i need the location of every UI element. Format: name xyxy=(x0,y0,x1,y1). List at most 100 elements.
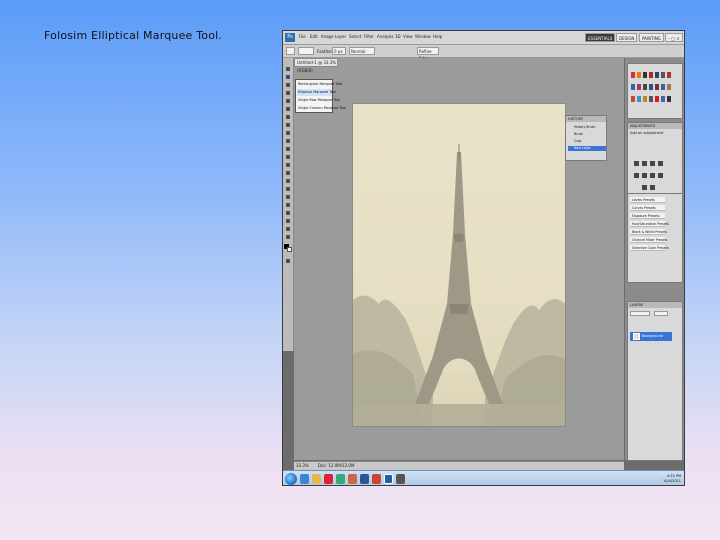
document-canvas[interactable] xyxy=(353,104,565,426)
zoom-level[interactable]: 33.3% xyxy=(296,463,309,468)
swatch[interactable] xyxy=(643,72,647,78)
menu-help[interactable]: Help xyxy=(433,34,442,39)
menu-filter[interactable]: Filter xyxy=(364,34,374,39)
swatch[interactable] xyxy=(661,96,665,102)
crop-tool-icon[interactable] xyxy=(285,98,291,104)
levels-icon[interactable] xyxy=(642,161,647,166)
style-select[interactable]: Normal xyxy=(349,47,375,55)
powerpoint-icon[interactable] xyxy=(372,474,381,484)
background-color-swatch[interactable] xyxy=(287,247,292,252)
blend-mode-select[interactable] xyxy=(630,311,650,316)
swatch[interactable] xyxy=(667,96,671,102)
preset-item[interactable]: Curves Presets xyxy=(630,205,665,211)
opacity-input[interactable] xyxy=(654,311,668,316)
zoom-tool-icon[interactable] xyxy=(285,234,291,240)
swatch[interactable] xyxy=(655,72,659,78)
preset-item[interactable]: Selective Color Presets xyxy=(630,245,669,251)
workspace-design-button[interactable]: DESIGN xyxy=(616,33,638,42)
rectangular-marquee-option[interactable]: Rectangular Marquee Tool xyxy=(298,81,342,88)
refine-edge-button[interactable]: Refine Edge... xyxy=(417,47,439,61)
3d-orbit-tool-icon[interactable] xyxy=(285,218,291,224)
history-brush-tool-icon[interactable] xyxy=(285,138,291,144)
elliptical-marquee-option[interactable]: Elliptical Marquee Tool xyxy=(297,89,336,96)
brightness-contrast-icon[interactable] xyxy=(634,161,639,166)
preset-item[interactable]: Hue/Saturation Presets xyxy=(630,221,669,227)
hand-tool-icon[interactable] xyxy=(285,226,291,232)
swatch[interactable] xyxy=(649,96,653,102)
selection-mode-buttons[interactable] xyxy=(298,47,314,55)
eyedropper-tool-icon[interactable] xyxy=(285,106,291,112)
swatch[interactable] xyxy=(637,96,641,102)
vibrance-icon[interactable] xyxy=(634,173,639,178)
curves-icon[interactable] xyxy=(650,161,655,166)
menu-3d[interactable]: 3D xyxy=(395,34,401,39)
single-row-marquee-option[interactable]: Single Row Marquee Tool xyxy=(298,97,340,104)
history-item[interactable]: History Brush xyxy=(568,125,606,130)
swatch[interactable] xyxy=(649,84,653,90)
swatch[interactable] xyxy=(637,84,641,90)
history-item[interactable]: Brush xyxy=(568,132,606,137)
swatch[interactable] xyxy=(649,72,653,78)
photoshop-taskbar-icon[interactable] xyxy=(384,474,393,484)
start-button-icon[interactable] xyxy=(285,473,297,485)
eraser-tool-icon[interactable] xyxy=(285,146,291,152)
system-tray-clock[interactable]: 4:35 PM 10/4/2011 xyxy=(663,474,681,484)
menu-layer[interactable]: Layer xyxy=(335,34,346,39)
blur-tool-icon[interactable] xyxy=(285,162,291,168)
preset-item[interactable]: Channel Mixer Presets xyxy=(630,237,667,243)
invert-icon[interactable] xyxy=(642,185,647,190)
brush-tool-icon[interactable] xyxy=(285,122,291,128)
menu-image[interactable]: Image xyxy=(321,34,334,39)
posterize-icon[interactable] xyxy=(650,185,655,190)
workspace-essentials-button[interactable]: ESSENTIALS xyxy=(585,33,616,42)
swatch[interactable] xyxy=(631,84,635,90)
exposure-icon[interactable] xyxy=(658,161,663,166)
swatch[interactable] xyxy=(637,72,641,78)
lasso-tool-icon[interactable] xyxy=(285,82,291,88)
menu-file[interactable]: File xyxy=(299,34,306,39)
menu-window[interactable]: Window xyxy=(415,34,431,39)
color-balance-icon[interactable] xyxy=(650,173,655,178)
marquee-tool-icon[interactable] xyxy=(285,74,291,80)
swatch[interactable] xyxy=(661,72,665,78)
black-white-icon[interactable] xyxy=(658,173,663,178)
3d-rotate-tool-icon[interactable] xyxy=(285,210,291,216)
shape-tool-icon[interactable] xyxy=(285,202,291,208)
preset-item[interactable]: Levels Presets xyxy=(630,197,665,203)
explorer-icon[interactable] xyxy=(312,474,321,484)
swatch[interactable] xyxy=(631,72,635,78)
dodge-tool-icon[interactable] xyxy=(285,170,291,176)
single-column-marquee-option[interactable]: Single Column Marquee Tool xyxy=(298,105,346,112)
swatch[interactable] xyxy=(667,72,671,78)
move-tool-icon[interactable] xyxy=(285,66,291,72)
swatch[interactable] xyxy=(631,96,635,102)
word-icon[interactable] xyxy=(360,474,369,484)
preset-item[interactable]: Black & White Presets xyxy=(630,229,667,235)
chrome-icon[interactable] xyxy=(336,474,345,484)
quick-selection-tool-icon[interactable] xyxy=(285,90,291,96)
path-selection-tool-icon[interactable] xyxy=(285,194,291,200)
gradient-tool-icon[interactable] xyxy=(285,154,291,160)
document-tab[interactable]: Untitled-1 @ 33.3% (RGB/8) xyxy=(294,58,338,73)
marquee-tool-preset[interactable] xyxy=(286,47,295,55)
window-controls[interactable]: – □ × xyxy=(665,33,683,42)
workspace-painting-button[interactable]: PAINTING xyxy=(639,33,664,42)
swatch[interactable] xyxy=(643,84,647,90)
hue-saturation-icon[interactable] xyxy=(642,173,647,178)
type-tool-icon[interactable] xyxy=(285,186,291,192)
swatch[interactable] xyxy=(655,96,659,102)
healing-brush-tool-icon[interactable] xyxy=(285,114,291,120)
media-player-icon[interactable] xyxy=(324,474,333,484)
swatch[interactable] xyxy=(643,96,647,102)
layer-background[interactable]: Background xyxy=(630,332,672,341)
menu-edit[interactable]: Edit xyxy=(310,34,318,39)
preset-item[interactable]: Exposure Presets xyxy=(630,213,665,219)
app-icon[interactable] xyxy=(396,474,405,484)
swatch[interactable] xyxy=(655,84,659,90)
history-item-selected[interactable]: New Layer xyxy=(568,146,606,151)
history-item[interactable]: Crop xyxy=(568,139,606,144)
feather-input[interactable]: 0 px xyxy=(332,47,346,55)
quick-mask-icon[interactable] xyxy=(285,258,291,264)
swatch[interactable] xyxy=(661,84,665,90)
ie-icon[interactable] xyxy=(300,474,309,484)
